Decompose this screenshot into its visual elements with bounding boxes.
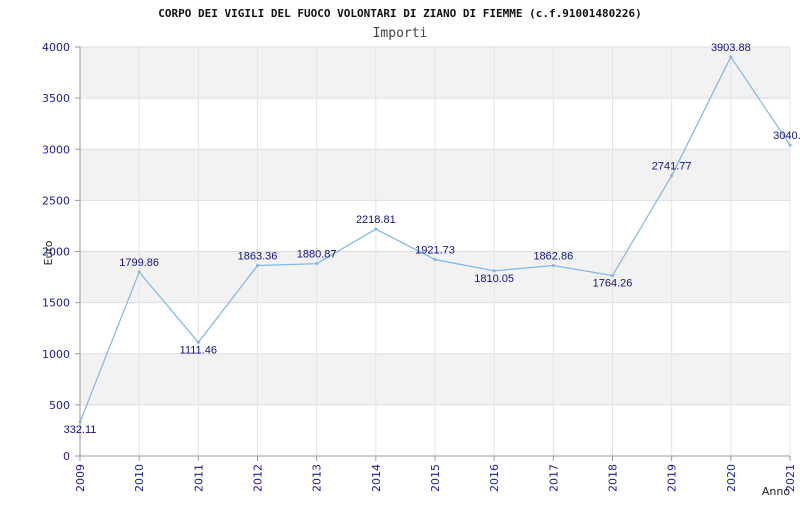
data-label: 1921.73 [415, 245, 455, 257]
data-label: 1810.05 [474, 273, 514, 285]
x-tick-label: 2020 [725, 464, 738, 492]
data-label: 2741.77 [652, 161, 692, 173]
data-label: 3040.8 [773, 130, 800, 142]
y-axis-label: Euro [42, 240, 55, 265]
data-label: 1799.86 [119, 257, 159, 269]
data-label: 332.11 [64, 424, 97, 436]
x-tick-label: 2016 [488, 464, 501, 492]
data-label: 3903.88 [711, 42, 751, 54]
x-tick-label: 2010 [133, 464, 146, 492]
data-point [137, 270, 141, 274]
data-label: 2218.81 [356, 214, 396, 226]
x-tick-label: 2011 [192, 464, 205, 492]
x-tick-label: 2015 [429, 464, 442, 492]
x-tick-label: 2019 [666, 464, 679, 492]
data-point [670, 174, 674, 178]
x-tick-label: 2018 [607, 464, 620, 492]
y-tick-label: 1000 [42, 348, 70, 361]
line-chart: 050010001500200025003000350040002009 2010… [42, 7, 800, 498]
y-tick-label: 0 [63, 450, 70, 463]
chart-title: CORPO DEI VIGILI DEL FUOCO VOLONTARI DI … [158, 7, 641, 20]
y-tick-label: 3500 [42, 92, 70, 105]
x-axis-label: Anno [762, 485, 790, 498]
data-label: 1111.46 [180, 344, 217, 356]
data-point [788, 143, 792, 147]
data-label: 1880.87 [297, 249, 337, 261]
data-label: 1863.36 [238, 250, 278, 262]
data-label: 1764.26 [593, 278, 633, 290]
data-label: 1862.86 [533, 251, 573, 263]
data-point [256, 263, 259, 267]
chart-subtitle: Importi [373, 26, 428, 41]
y-tick-label: 2500 [42, 194, 70, 207]
x-tick-label: 2009 [74, 464, 87, 492]
x-tick-label: 2013 [311, 464, 324, 492]
chart-container: 0 500 1000 1500 2000 2500 3000 3500 4000 2009 2010… [0, 0, 800, 500]
x-tick-label: 2012 [252, 464, 265, 492]
x-tick-label: 2014 [370, 464, 383, 492]
y-tick-label: 1500 [42, 297, 70, 310]
x-tick-label: 2017 [547, 464, 560, 492]
y-tick-label: 3000 [42, 143, 70, 156]
data-point [315, 262, 319, 266]
data-point [433, 258, 437, 262]
data-point [729, 55, 733, 59]
data-point [551, 264, 555, 268]
y-tick-label: 4000 [42, 41, 70, 54]
data-point [374, 227, 378, 231]
y-tick-label: 500 [49, 399, 70, 412]
